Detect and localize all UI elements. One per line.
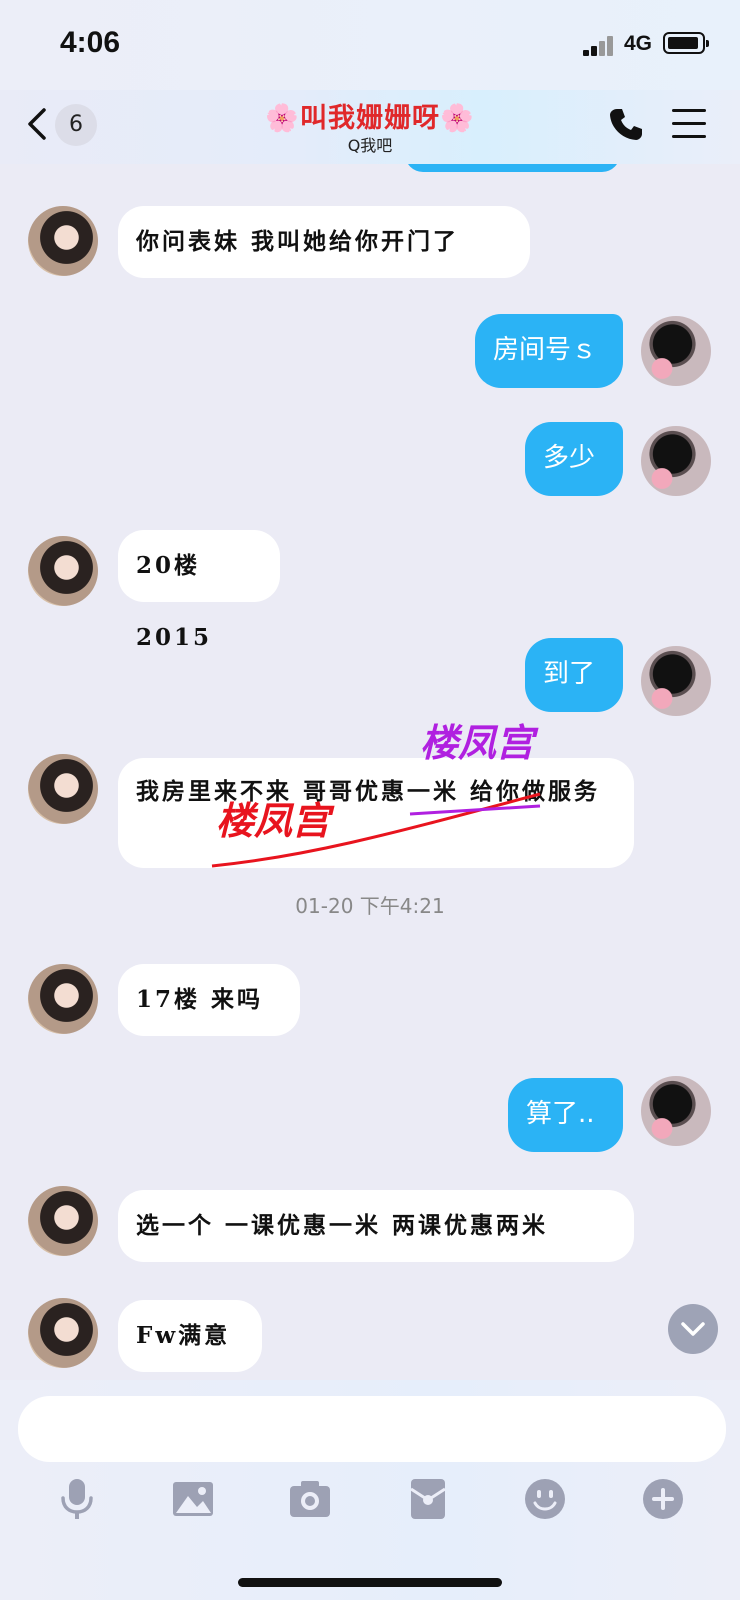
red-packet-icon[interactable] xyxy=(405,1476,451,1522)
message-text: 算了.. xyxy=(526,1099,595,1129)
partial-message-bubble xyxy=(405,164,620,172)
watermark-text: 楼凤宫 xyxy=(216,799,331,843)
message-text: 你问表妹 我叫她给你开门了 xyxy=(136,228,460,255)
contact-avatar[interactable] xyxy=(28,1186,98,1256)
message-text: 多少 xyxy=(543,443,596,473)
menu-icon[interactable] xyxy=(672,109,706,139)
incoming-message[interactable]: 选一个 一课优惠一米 两课优惠两米 xyxy=(118,1190,634,1262)
scroll-to-bottom-button[interactable] xyxy=(668,1304,718,1354)
message-text: Fw满意 xyxy=(136,1322,231,1349)
message-input[interactable] xyxy=(18,1396,726,1462)
contact-avatar[interactable] xyxy=(28,964,98,1034)
image-icon[interactable] xyxy=(170,1476,216,1522)
emoji-icon[interactable] xyxy=(522,1476,568,1522)
chevron-down-icon xyxy=(681,1322,705,1336)
my-avatar[interactable] xyxy=(641,1076,711,1146)
message-list[interactable]: 你问表妹 我叫她给你开门了 房间号ｓ 多少 20楼2015 到了 我房里来不来 … xyxy=(0,164,740,1380)
network-type: 4G xyxy=(624,32,653,55)
home-indicator[interactable] xyxy=(238,1578,502,1587)
my-avatar[interactable] xyxy=(641,316,711,386)
signal-icon xyxy=(583,36,617,56)
incoming-message[interactable]: 20楼2015 xyxy=(118,530,280,651)
chat-header: 6 🌸叫我姗姗呀🌸 Q我吧 xyxy=(0,90,740,164)
message-text: 选一个 一课优惠一米 两课优惠两米 xyxy=(136,1212,549,1239)
my-avatar[interactable] xyxy=(641,646,711,716)
microphone-icon[interactable] xyxy=(54,1476,100,1522)
outgoing-message[interactable]: 算了.. xyxy=(508,1078,623,1152)
outgoing-message[interactable]: 多少 xyxy=(525,422,623,496)
watermark-text: 楼凤宫 xyxy=(420,721,535,765)
status-bar: 4:06 4G xyxy=(0,0,740,90)
contact-avatar[interactable] xyxy=(28,206,98,276)
battery-icon xyxy=(663,32,709,54)
message-text: 17楼 来吗 xyxy=(136,986,264,1013)
message-text: 到了 xyxy=(543,659,596,689)
my-avatar[interactable] xyxy=(641,426,711,496)
message-text: 20楼2015 xyxy=(136,552,213,651)
input-area xyxy=(0,1380,740,1600)
message-timestamp: 01-20 下午4:21 xyxy=(295,894,445,918)
outgoing-message[interactable]: 到了 xyxy=(525,638,623,712)
camera-icon[interactable] xyxy=(287,1476,333,1522)
incoming-message[interactable]: Fw满意 xyxy=(118,1300,262,1372)
incoming-message[interactable]: 你问表妹 我叫她给你开门了 xyxy=(118,206,530,278)
contact-avatar[interactable] xyxy=(28,536,98,606)
phone-icon[interactable] xyxy=(608,106,644,142)
incoming-message[interactable]: 17楼 来吗 xyxy=(118,964,300,1036)
status-time: 4:06 xyxy=(60,26,121,59)
plus-icon[interactable] xyxy=(640,1476,686,1522)
contact-avatar[interactable] xyxy=(28,1298,98,1368)
outgoing-message[interactable]: 房间号ｓ xyxy=(475,314,623,388)
contact-avatar[interactable] xyxy=(28,754,98,824)
message-text: 房间号ｓ xyxy=(493,335,598,365)
